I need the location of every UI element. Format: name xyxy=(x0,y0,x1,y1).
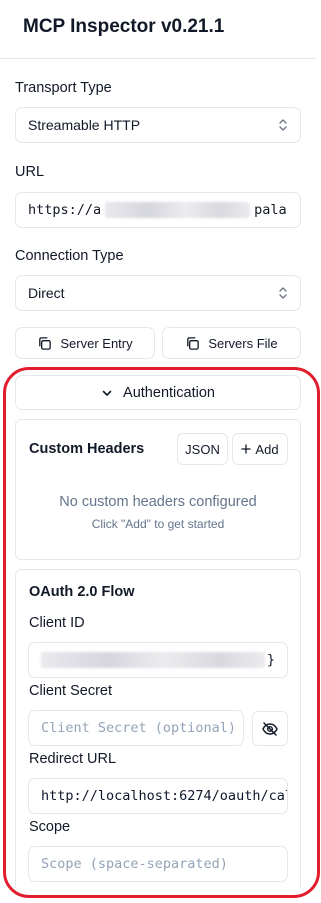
client-secret-placeholder: Client Secret (optional) xyxy=(41,720,237,736)
transport-type-value: Streamable HTTP xyxy=(28,117,141,133)
redirect-url-value: http://localhost:6274/oauth/callback xyxy=(41,788,287,804)
oauth-flow-title: OAuth 2.0 Flow xyxy=(29,584,135,600)
plus-icon xyxy=(241,444,252,454)
scope-label: Scope xyxy=(29,819,71,835)
connection-type-label: Connection Type xyxy=(15,248,124,264)
url-prefix: https://a xyxy=(28,202,102,218)
redacted-url-segment xyxy=(105,202,251,218)
add-header-button[interactable]: Add xyxy=(232,433,288,465)
add-header-label: Add xyxy=(255,441,279,457)
client-secret-input[interactable]: Client Secret (optional) xyxy=(28,710,244,746)
authentication-label: Authentication xyxy=(123,384,215,401)
transport-type-select[interactable]: Streamable HTTP xyxy=(15,107,301,143)
eye-off-icon xyxy=(262,721,278,736)
json-button-label: JSON xyxy=(185,441,220,457)
url-input[interactable]: https://a pala xyxy=(15,192,301,228)
server-entry-label: Server Entry xyxy=(60,335,133,351)
client-id-label: Client ID xyxy=(29,615,85,631)
connection-type-value: Direct xyxy=(28,285,65,301)
copy-icon xyxy=(187,336,200,350)
empty-headers-hint: Click "Add" to get started xyxy=(91,517,225,531)
empty-headers-message: No custom headers configured xyxy=(59,494,257,510)
connection-type-select[interactable]: Direct xyxy=(15,275,301,311)
scope-placeholder: Scope (space-separated) xyxy=(41,856,228,872)
toggle-secret-visibility-button[interactable] xyxy=(252,711,288,746)
scope-input[interactable]: Scope (space-separated) xyxy=(28,846,288,882)
json-button[interactable]: JSON xyxy=(177,433,228,465)
server-entry-button[interactable]: Server Entry xyxy=(15,327,155,359)
authentication-toggle-button[interactable]: Authentication xyxy=(15,375,301,410)
servers-file-button[interactable]: Servers File xyxy=(162,327,301,359)
app-title: MCP Inspector v0.21.1 xyxy=(23,16,225,37)
client-id-tail: } xyxy=(266,652,275,668)
client-secret-label: Client Secret xyxy=(29,683,113,699)
transport-type-label: Transport Type xyxy=(15,80,112,96)
redirect-url-input[interactable]: http://localhost:6274/oauth/callback xyxy=(28,778,288,814)
chevron-up-down-icon xyxy=(279,119,287,131)
chevron-down-icon xyxy=(102,390,112,396)
client-id-input[interactable]: } xyxy=(28,642,288,678)
servers-file-label: Servers File xyxy=(208,335,278,351)
url-label: URL xyxy=(15,164,45,180)
redacted-client-id xyxy=(41,652,265,668)
custom-headers-card: Custom Headers JSON Add No custom header… xyxy=(15,419,301,560)
oauth-flow-card: OAuth 2.0 Flow Client ID } Client Secret… xyxy=(15,569,301,888)
chevron-up-down-icon xyxy=(279,287,287,299)
custom-headers-title: Custom Headers xyxy=(29,441,145,457)
copy-icon xyxy=(39,336,52,350)
title-divider xyxy=(0,58,316,59)
redirect-url-label: Redirect URL xyxy=(29,751,117,767)
url-suffix: pala xyxy=(254,202,287,218)
